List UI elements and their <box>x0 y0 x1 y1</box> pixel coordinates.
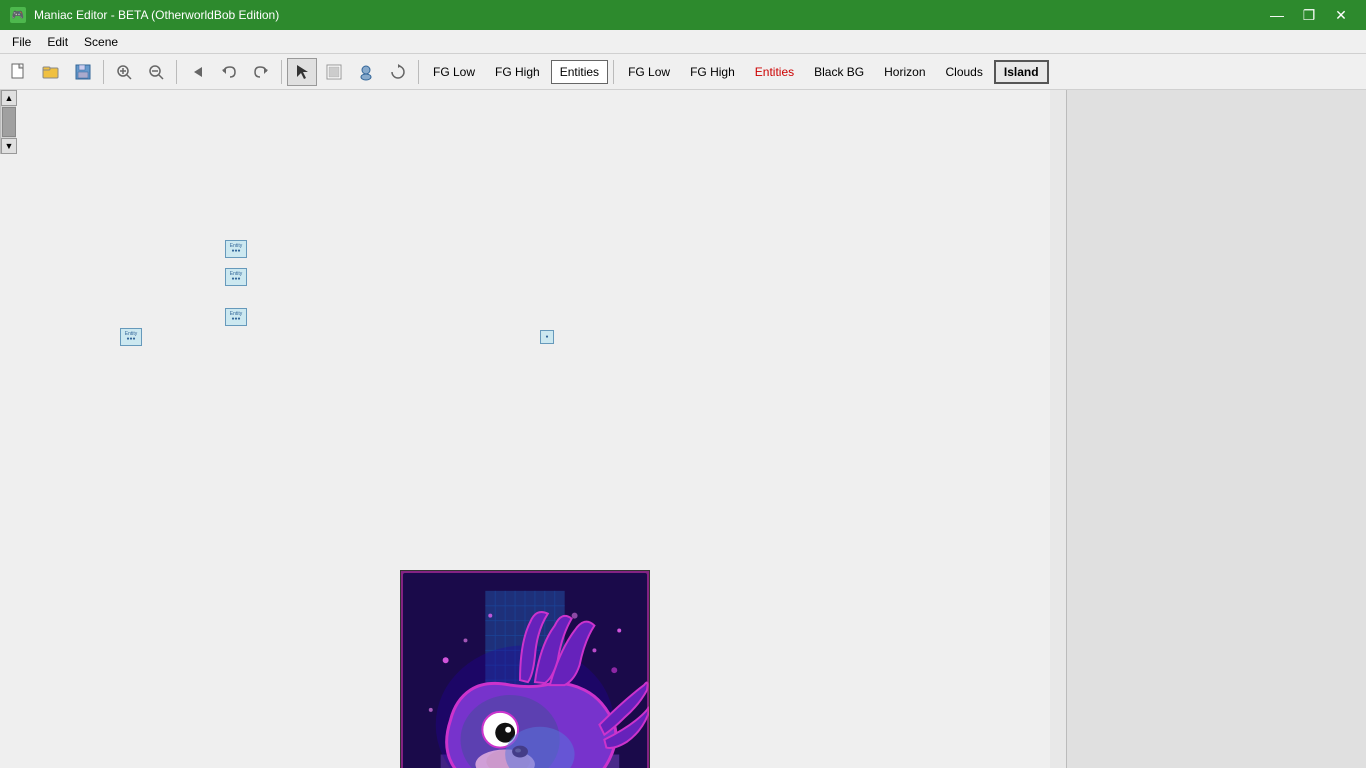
separator-2 <box>176 60 177 84</box>
layer-fg-low-left[interactable]: FG Low <box>424 60 484 84</box>
title-bar: 🎮 Maniac Editor - BETA (OtherworldBob Ed… <box>0 0 1366 30</box>
canvas-area[interactable]: Entity●●● Entity●●● Entity●●● Entity●●● … <box>0 90 1066 768</box>
vertical-scrollbar[interactable]: ▲ ▼ <box>0 90 16 154</box>
layer-entities-right[interactable]: Entities <box>746 60 803 84</box>
menu-scene[interactable]: Scene <box>76 30 126 53</box>
toolbar: FG Low FG High Entities FG Low FG High E… <box>0 54 1366 90</box>
layer-fg-high-right[interactable]: FG High <box>681 60 744 84</box>
sonic-image <box>400 570 650 768</box>
minimize-button[interactable]: — <box>1262 0 1292 30</box>
close-button[interactable]: ✕ <box>1326 0 1356 30</box>
zoom-out-button[interactable] <box>141 58 171 86</box>
right-panel <box>1066 90 1366 768</box>
title-bar-left: 🎮 Maniac Editor - BETA (OtherworldBob Ed… <box>10 7 279 23</box>
back-button[interactable] <box>182 58 212 86</box>
window-title: Maniac Editor - BETA (OtherworldBob Edit… <box>34 8 279 22</box>
entity-tool[interactable] <box>351 58 381 86</box>
separator-4 <box>418 60 419 84</box>
separator-1 <box>103 60 104 84</box>
layer-horizon[interactable]: Horizon <box>875 60 934 84</box>
main-area: Entity●●● Entity●●● Entity●●● Entity●●● … <box>0 90 1366 768</box>
entity-e3[interactable]: Entity●●● <box>225 308 247 326</box>
separator-5 <box>613 60 614 84</box>
entity-e2[interactable]: Entity●●● <box>225 268 247 286</box>
select-tool[interactable] <box>287 58 317 86</box>
layer-fg-high-left[interactable]: FG High <box>486 60 549 84</box>
layer-fg-low-right[interactable]: FG Low <box>619 60 679 84</box>
app-icon: 🎮 <box>10 7 26 23</box>
scroll-track[interactable] <box>1 106 16 138</box>
window-controls[interactable]: — ❐ ✕ <box>1262 0 1356 30</box>
scroll-thumb[interactable] <box>2 107 16 137</box>
menu-file[interactable]: File <box>4 30 39 53</box>
draw-tool[interactable] <box>319 58 349 86</box>
separator-3 <box>281 60 282 84</box>
open-button[interactable] <box>36 58 66 86</box>
save-button[interactable] <box>68 58 98 86</box>
layer-black-bg[interactable]: Black BG <box>805 60 873 84</box>
layer-entities-left[interactable]: Entities <box>551 60 608 84</box>
menu-edit[interactable]: Edit <box>39 30 76 53</box>
scroll-down-button[interactable]: ▼ <box>1 138 17 154</box>
canvas-content: Entity●●● Entity●●● Entity●●● Entity●●● … <box>0 90 1050 768</box>
entity-e4[interactable]: Entity●●● <box>120 328 142 346</box>
new-button[interactable] <box>4 58 34 86</box>
maximize-button[interactable]: ❐ <box>1294 0 1324 30</box>
undo-button[interactable] <box>214 58 244 86</box>
entity-e5[interactable]: ● <box>540 330 554 344</box>
menu-bar: File Edit Scene <box>0 30 1366 54</box>
redo-button[interactable] <box>246 58 276 86</box>
layer-island[interactable]: Island <box>994 60 1049 84</box>
layer-clouds[interactable]: Clouds <box>937 60 992 84</box>
sonic-artwork <box>401 571 649 768</box>
reset-button[interactable] <box>383 58 413 86</box>
entity-e1[interactable]: Entity●●● <box>225 240 247 258</box>
zoom-in-button[interactable] <box>109 58 139 86</box>
scroll-up-button[interactable]: ▲ <box>1 90 17 106</box>
